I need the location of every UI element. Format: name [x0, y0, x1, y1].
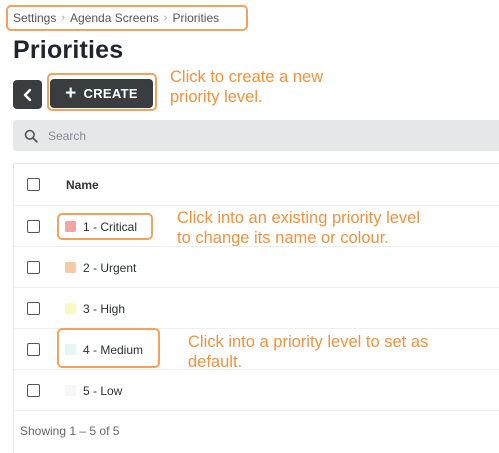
row-checkbox[interactable] [27, 302, 40, 315]
priority-name[interactable]: 5 - Low [83, 384, 122, 398]
pagination-summary: Showing 1 – 5 of 5 [20, 424, 120, 438]
row-checkbox[interactable] [27, 384, 40, 397]
row-checkbox[interactable] [27, 220, 40, 233]
breadcrumb-item-priorities: Priorities [172, 11, 220, 25]
color-swatch [65, 385, 76, 396]
search-input[interactable] [48, 128, 468, 143]
create-button-label: CREATE [83, 86, 138, 101]
table-row[interactable]: 5 - Low [14, 370, 499, 411]
row-checkbox[interactable] [27, 343, 40, 356]
medium-highlight [57, 328, 160, 368]
chevron-right-icon: › [163, 12, 168, 24]
priority-name[interactable]: 3 - High [83, 302, 125, 316]
row-checkbox[interactable] [27, 261, 40, 274]
breadcrumb: Settings › Agenda Screens › Priorities [6, 5, 248, 31]
select-all-checkbox[interactable] [27, 178, 40, 191]
critical-highlight [57, 213, 153, 240]
chevron-right-icon: › [61, 12, 66, 24]
plus-icon: + [65, 83, 77, 104]
create-button[interactable]: + CREATE [50, 79, 153, 108]
priority-name[interactable]: 2 - Urgent [83, 261, 136, 275]
page-title: Priorities [13, 36, 124, 64]
table-row[interactable]: 2 - Urgent [14, 247, 499, 288]
table-header-row: Name [14, 164, 499, 206]
column-header-name[interactable]: Name [66, 178, 99, 192]
color-swatch [65, 262, 76, 273]
breadcrumb-item-settings[interactable]: Settings [13, 11, 56, 25]
search-icon [24, 129, 38, 143]
chevron-left-icon [23, 88, 31, 101]
color-swatch [65, 303, 76, 314]
search-bar [13, 120, 499, 151]
table-row[interactable]: 3 - High [14, 288, 499, 329]
priorities-table: Name 1 - Critical 2 - Urgent 3 - High 4 … [13, 163, 499, 453]
back-button[interactable] [13, 80, 42, 109]
annotation-create: Click to create a new priority level. [170, 68, 324, 106]
breadcrumb-item-agenda-screens[interactable]: Agenda Screens [70, 11, 159, 25]
